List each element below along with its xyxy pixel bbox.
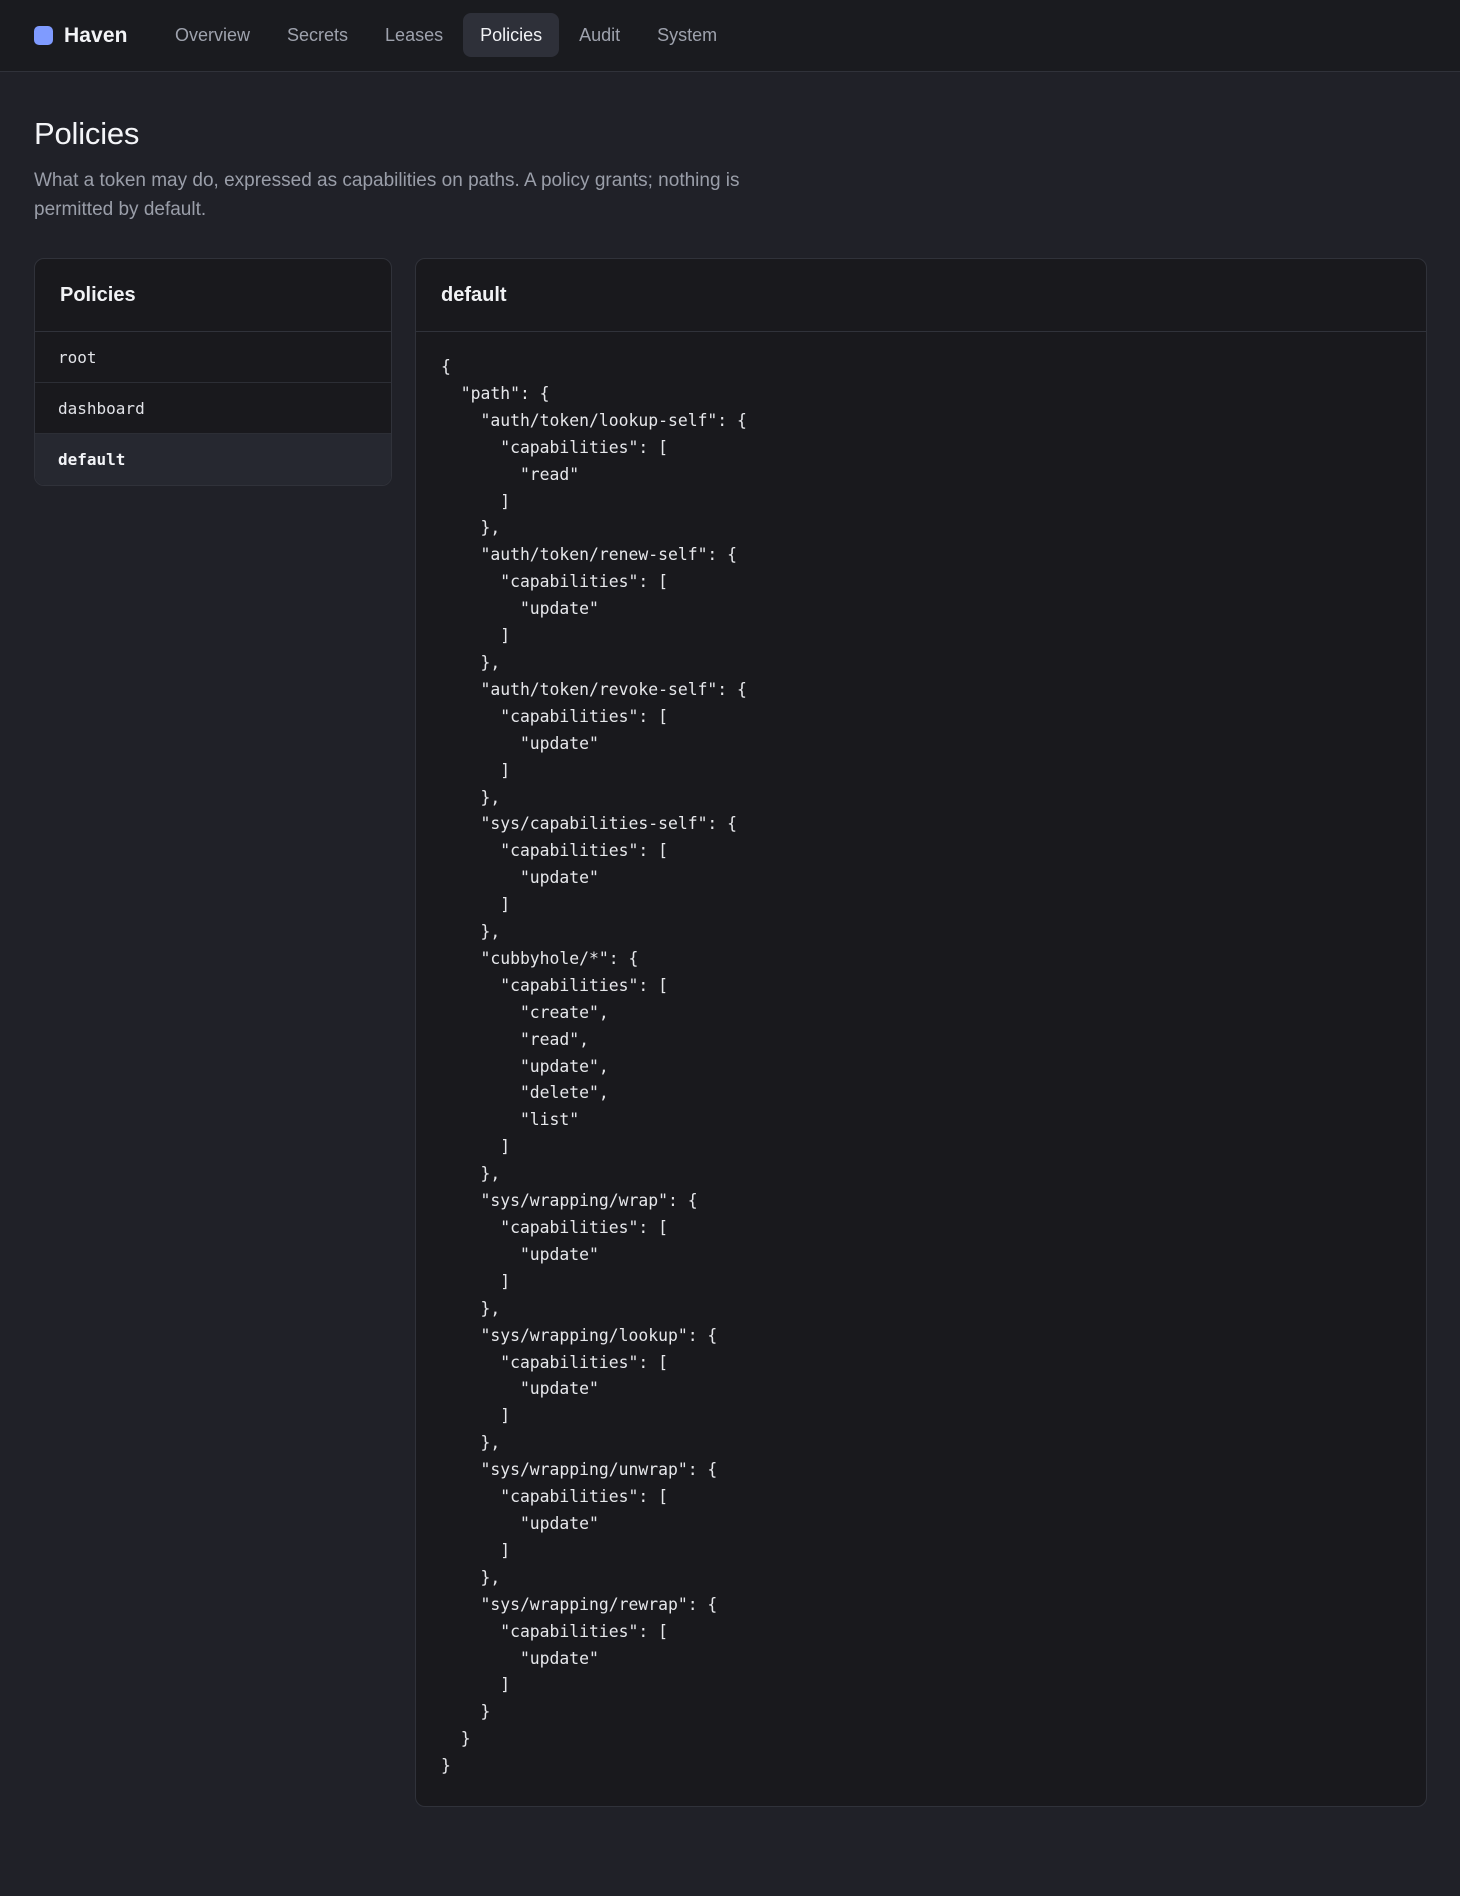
brand[interactable]: Haven (34, 0, 128, 71)
nav-item-audit[interactable]: Audit (562, 13, 637, 57)
policy-document: { "path": { "auth/token/lookup-self": { … (441, 357, 747, 1776)
policy-detail-title: default (416, 259, 1426, 332)
nav-item-secrets[interactable]: Secrets (270, 13, 365, 57)
nav-item-policies[interactable]: Policies (463, 13, 560, 57)
nav-item-system[interactable]: System (640, 13, 734, 57)
page-description: What a token may do, expressed as capabi… (34, 170, 740, 220)
main-nav: Overview Secrets Leases Policies Audit S… (158, 13, 737, 57)
policy-detail-panel: default { "path": { "auth/token/lookup-s… (415, 258, 1427, 1807)
brand-name: Haven (64, 23, 128, 47)
top-navigation-bar: Haven Overview Secrets Leases Policies A… (0, 0, 1460, 72)
policy-list-header: Policies (35, 259, 391, 332)
brand-logo-icon (34, 26, 53, 45)
policy-item-dashboard[interactable]: dashboard (35, 383, 391, 434)
nav-item-leases[interactable]: Leases (368, 13, 460, 57)
nav-item-overview[interactable]: Overview (158, 13, 267, 57)
page-title: Policies (34, 116, 140, 151)
policy-item-default[interactable]: default (35, 434, 391, 485)
policy-item-root[interactable]: root (35, 332, 391, 383)
policy-list-panel: Policies root dashboard default (34, 258, 392, 486)
